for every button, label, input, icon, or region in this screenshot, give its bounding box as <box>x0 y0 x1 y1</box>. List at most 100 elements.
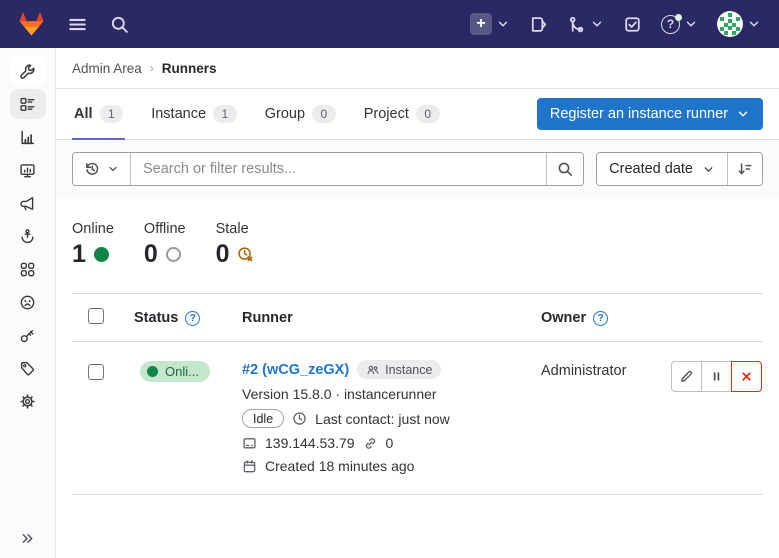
pencil-icon <box>679 369 694 384</box>
tab-instance[interactable]: Instance 1 <box>149 89 239 140</box>
chevron-down-icon <box>747 17 761 31</box>
chevron-down-icon <box>107 163 119 175</box>
apps-grid-icon <box>19 261 36 278</box>
close-x-icon <box>739 369 754 384</box>
register-instance-runner-button[interactable]: Register an instance runner <box>537 98 763 130</box>
calendar-icon <box>242 459 257 474</box>
topbar-left <box>16 9 131 39</box>
computer-icon <box>242 436 257 451</box>
tab-label: Group <box>265 106 305 122</box>
issues-button[interactable] <box>527 13 550 36</box>
runner-type-label: Instance <box>385 363 432 377</box>
sidebar-item-abuse-reports[interactable] <box>10 287 46 317</box>
filter-bar: Created date <box>56 140 779 198</box>
online-dot-icon <box>147 366 158 377</box>
owner-header-label: Owner <box>541 310 586 326</box>
runner-row: Onli... #2 (wCG_zeGX) Instance Version 1… <box>72 342 763 495</box>
sort-control: Created date <box>596 152 763 186</box>
tab-project[interactable]: Project 0 <box>362 89 442 140</box>
status-badge: Onli... <box>140 361 210 382</box>
stale-clock-icon <box>237 246 254 263</box>
link-icon <box>363 436 378 451</box>
overview-list-icon <box>19 96 36 113</box>
runner-header-label: Runner <box>228 310 531 326</box>
owner-cell: Administrator <box>531 360 671 379</box>
avatar <box>717 11 743 37</box>
tab-label: Project <box>364 106 409 122</box>
people-icon <box>366 363 380 377</box>
topbar-search-button[interactable] <box>108 13 131 36</box>
chevron-down-icon <box>590 17 604 31</box>
gitlab-fox-icon <box>18 11 45 37</box>
chevrons-right-icon <box>20 531 35 546</box>
sidebar-expand-button[interactable] <box>0 531 55 546</box>
search-submit-button[interactable] <box>546 153 583 185</box>
status-badge-label: Onli... <box>165 364 199 379</box>
runner-ip-address: 139.144.53.79 <box>265 435 355 451</box>
plus-icon: + <box>470 13 492 35</box>
menu-button[interactable] <box>65 12 90 37</box>
wrench-icon <box>19 63 36 80</box>
stat-label: Stale <box>216 221 255 237</box>
key-icon <box>19 327 36 344</box>
admin-sidebar <box>0 48 56 558</box>
chevron-down-icon <box>496 17 510 31</box>
status-help-icon[interactable]: ? <box>185 311 200 326</box>
search-icon <box>557 161 573 177</box>
sort-by-dropdown[interactable]: Created date <box>597 153 727 185</box>
help-glyph: ? <box>190 313 196 324</box>
pause-runner-button[interactable] <box>701 361 732 392</box>
sidebar-item-admin-overview[interactable] <box>10 56 46 86</box>
tab-label: Instance <box>151 106 206 122</box>
sidebar-item-messages[interactable] <box>10 188 46 218</box>
tab-count-badge: 0 <box>416 105 440 123</box>
tab-count-badge: 1 <box>100 105 124 123</box>
clock-icon <box>292 411 307 426</box>
user-menu-button[interactable] <box>715 9 763 39</box>
sort-direction-button[interactable] <box>727 153 762 185</box>
runner-summary-cell: #2 (wCG_zeGX) Instance Version 15.8.0 · … <box>228 360 531 474</box>
search-input[interactable] <box>131 153 546 185</box>
sidebar-item-settings[interactable] <box>10 386 46 416</box>
top-navbar: + ? <box>0 0 779 48</box>
new-menu-button[interactable]: + <box>468 11 512 37</box>
select-row-checkbox[interactable] <box>88 364 104 380</box>
help-menu-button[interactable]: ? <box>659 13 700 36</box>
help-glyph: ? <box>667 17 674 31</box>
tab-group[interactable]: Group 0 <box>263 89 338 140</box>
notification-dot <box>675 14 682 21</box>
delete-runner-button[interactable] <box>731 361 762 392</box>
hamburger-menu-icon <box>67 14 88 35</box>
runner-actions <box>671 360 763 392</box>
sidebar-item-analytics[interactable] <box>10 122 46 152</box>
owner-help-icon[interactable]: ? <box>593 311 608 326</box>
search-icon <box>110 15 129 34</box>
edit-runner-button[interactable] <box>671 361 702 392</box>
tab-label: All <box>74 106 93 122</box>
stat-value: 0 <box>144 242 158 267</box>
sidebar-item-applications[interactable] <box>10 254 46 284</box>
todos-button[interactable] <box>621 13 644 36</box>
tab-all[interactable]: All 1 <box>72 89 125 140</box>
sidebar-item-overview[interactable] <box>10 89 46 119</box>
runner-link[interactable]: #2 (wCG_zeGX) <box>242 362 349 378</box>
breadcrumb: Admin Area › Runners <box>56 48 779 89</box>
created-ago-text: Created 18 minutes ago <box>265 458 414 474</box>
breadcrumb-admin-area[interactable]: Admin Area <box>72 61 142 76</box>
gitlab-admin-runners-page: + ? <box>0 0 779 558</box>
gitlab-logo[interactable] <box>16 9 47 39</box>
tab-count-badge: 1 <box>213 105 237 123</box>
sidebar-item-labels[interactable] <box>10 353 46 383</box>
register-button-label: Register an instance runner <box>550 106 728 122</box>
select-all-checkbox[interactable] <box>88 308 104 324</box>
sidebar-item-system-hooks[interactable] <box>10 221 46 251</box>
sidebar-item-deploy-keys[interactable] <box>10 320 46 350</box>
sort-by-label: Created date <box>609 161 693 177</box>
frown-face-icon <box>19 294 36 311</box>
search-history-dropdown[interactable] <box>73 153 131 185</box>
filtered-search <box>72 152 584 186</box>
megaphone-icon <box>19 195 36 212</box>
sidebar-item-monitoring[interactable] <box>10 155 46 185</box>
merge-requests-button[interactable] <box>565 13 606 36</box>
sort-descending-icon <box>737 161 753 177</box>
